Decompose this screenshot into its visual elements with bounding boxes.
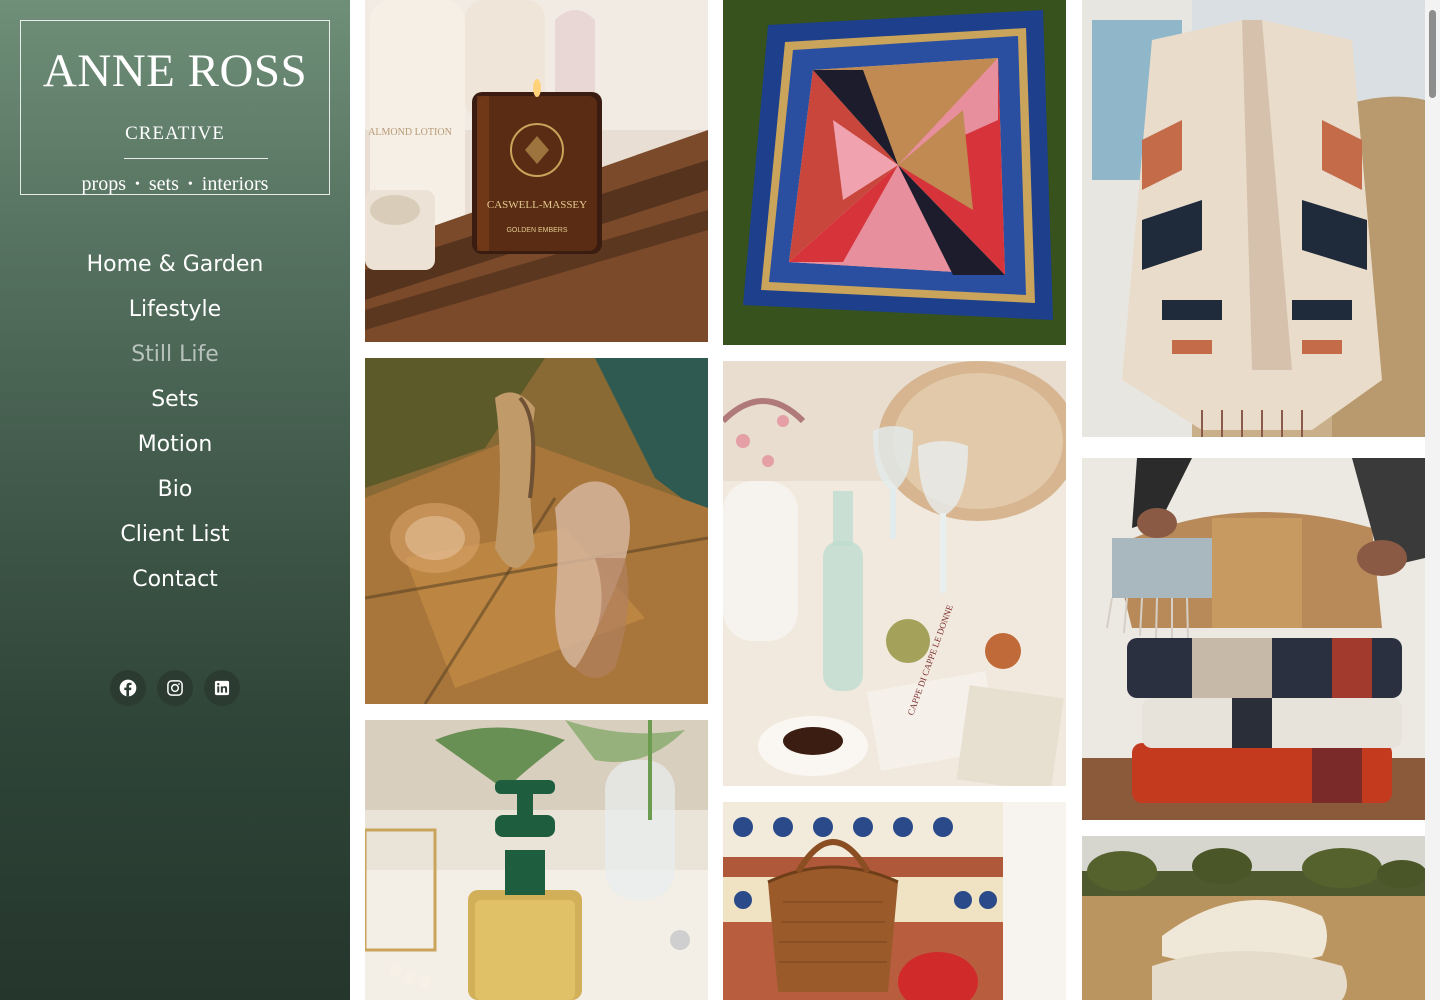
linkedin-icon — [214, 680, 230, 696]
logo-subtitle: CREATIVE — [125, 123, 225, 144]
main-nav: Home & Garden Lifestyle Still Life Sets … — [0, 242, 350, 602]
logo-divider — [124, 158, 268, 159]
perfume-photo-image — [365, 720, 708, 1000]
logo-name: ANNE ROSS — [42, 45, 308, 97]
nav-item-client-list[interactable]: Client List — [0, 512, 350, 557]
page-scrollbar[interactable] — [1425, 0, 1440, 1000]
tagline-word-interiors: interiors — [201, 173, 269, 195]
nav-item-contact[interactable]: Contact — [0, 557, 350, 602]
lotion-label: ALMOND LOTION — [368, 127, 452, 138]
nav-item-motion[interactable]: Motion — [0, 422, 350, 467]
facebook-link[interactable] — [110, 670, 146, 706]
blankets-photo-image — [1082, 458, 1425, 820]
tagline-word-sets: sets — [148, 173, 179, 195]
nav-item-home-garden[interactable]: Home & Garden — [0, 242, 350, 287]
sandals-photo-image — [365, 358, 708, 704]
gallery-photo-sandals[interactable] — [365, 358, 708, 704]
table-photo-image: CAPPE DI CAPPE LE DONNE — [723, 361, 1066, 786]
instagram-link[interactable] — [157, 670, 193, 706]
social-links — [0, 670, 350, 706]
logo-tagline: props • sets • interiors — [21, 171, 329, 200]
facebook-icon — [119, 679, 137, 697]
cardigan-photo-image — [1082, 0, 1425, 437]
tagline-separator: • — [187, 177, 193, 192]
instagram-icon — [167, 680, 183, 696]
sidebar: ANNE ROSS CREATIVE props • sets • interi… — [0, 0, 350, 1000]
logo[interactable]: ANNE ROSS CREATIVE props • sets • interi… — [20, 20, 330, 195]
gallery-photo-woven-bag[interactable] — [723, 802, 1066, 1000]
linkedin-link[interactable] — [204, 670, 240, 706]
candle-label: CASWELL-MASSEY — [487, 199, 587, 211]
gallery-photo-blankets[interactable] — [1082, 458, 1425, 820]
candle-photo-image: CASWELL-MASSEY GOLDEN EMBERS ALMOND LOTI… — [365, 0, 708, 342]
nav-item-sets[interactable]: Sets — [0, 377, 350, 422]
photo-gallery: CASWELL-MASSEY GOLDEN EMBERS ALMOND LOTI… — [350, 0, 1425, 1000]
scarf-photo-image — [723, 0, 1066, 345]
tagline-word-props: props — [81, 173, 126, 195]
tagline-separator: • — [134, 177, 140, 192]
gallery-photo-table-still-life[interactable]: CAPPE DI CAPPE LE DONNE — [723, 361, 1066, 786]
gallery-photo-perfume[interactable] — [365, 720, 708, 1000]
scrollbar-thumb[interactable] — [1429, 10, 1436, 98]
nav-item-lifestyle[interactable]: Lifestyle — [0, 287, 350, 332]
gallery-photo-candle[interactable]: CASWELL-MASSEY GOLDEN EMBERS ALMOND LOTI… — [365, 0, 708, 342]
bag-photo-image — [723, 802, 1066, 1000]
gallery-photo-scarf[interactable] — [723, 0, 1066, 345]
gallery-photo-cardigan[interactable] — [1082, 0, 1425, 437]
nav-item-still-life[interactable]: Still Life — [0, 332, 350, 377]
pillows-photo-image — [1082, 836, 1425, 1000]
gallery-photo-pillows[interactable] — [1082, 836, 1425, 1000]
candle-sublabel: GOLDEN EMBERS — [506, 227, 567, 234]
nav-item-bio[interactable]: Bio — [0, 467, 350, 512]
